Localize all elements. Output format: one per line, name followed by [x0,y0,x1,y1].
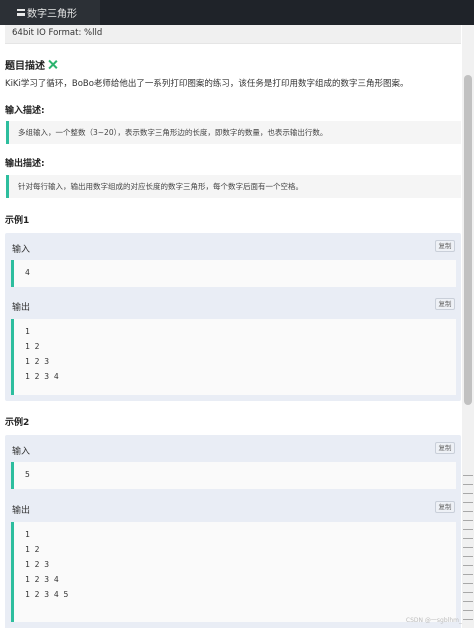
example-2-output-box: 1 1 2 1 2 3 1 2 3 4 1 2 3 4 5 [11,522,456,622]
example-1-output-box: 1 1 2 1 2 3 1 2 3 4 [11,319,456,395]
code-line: 1 2 3 4 5 [25,590,69,599]
example-1: 输入 复制 4 输出 复制 1 1 2 1 2 3 1 2 3 4 [5,233,461,401]
menu-icon [17,9,25,16]
input-desc-text: 多组输入，一个整数（3~20），表示数字三角形边的长度，即数字的数量，也表示输出… [6,121,461,144]
code-line: 4 [25,268,30,277]
example-1-title: 示例1 [5,216,30,226]
example-1-input-label: 输入 [12,245,31,255]
vertical-scrollbar[interactable] [462,25,474,628]
code-line: 1 2 3 4 [25,372,59,381]
tab-problem[interactable]: 数字三角形 [0,0,100,25]
code-line: 5 [25,470,30,479]
copy-button[interactable]: 复制 [435,298,455,310]
input-desc-heading: 输入描述: [5,106,45,116]
example-2-input-label: 输入 [12,447,31,457]
copy-button[interactable]: 复制 [435,240,455,252]
example-2-output-label: 输出 [12,506,31,516]
code-line: 1 2 [25,545,40,554]
scrollbar-thumb[interactable] [464,75,472,405]
output-desc-text: 针对每行输入，输出用数字组成的对应长度的数字三角形，每个数字后面有一个空格。 [6,175,461,198]
code-line: 1 2 3 [25,560,50,569]
code-line: 1 [25,327,30,336]
code-line: 1 2 3 [25,357,50,366]
code-line: 1 2 [25,342,40,351]
example-2: 输入 复制 5 输出 复制 1 1 2 1 2 3 1 2 3 4 1 2 3 … [5,435,461,628]
expand-icon[interactable] [48,60,57,69]
code-line: 1 2 3 4 [25,575,59,584]
scroll-markers [463,475,473,628]
copy-button[interactable]: 复制 [435,442,455,454]
example-1-output-label: 输出 [12,303,31,313]
tab-title: 数字三角形 [27,9,77,20]
top-bar: 数字三角形 [0,0,474,25]
watermark: CSDN @一sgblhm_ [405,617,462,624]
problem-title-text: 题目描述 [5,61,45,72]
example-2-title: 示例2 [5,418,30,428]
example-2-input-box: 5 [11,462,456,489]
problem-description: KiKi学习了循环，BoBo老师给他出了一系列打印图案的练习，该任务是打印用数字… [5,79,409,89]
problem-title: 题目描述 [5,57,57,72]
io-format: 64bit IO Format: %lld [5,25,461,44]
example-1-input-box: 4 [11,260,456,287]
copy-button[interactable]: 复制 [435,501,455,513]
code-line: 1 [25,530,30,539]
output-desc-heading: 输出描述: [5,159,45,169]
problem-content: 64bit IO Format: %lld 题目描述 KiKi学习了循环，BoB… [5,25,461,628]
